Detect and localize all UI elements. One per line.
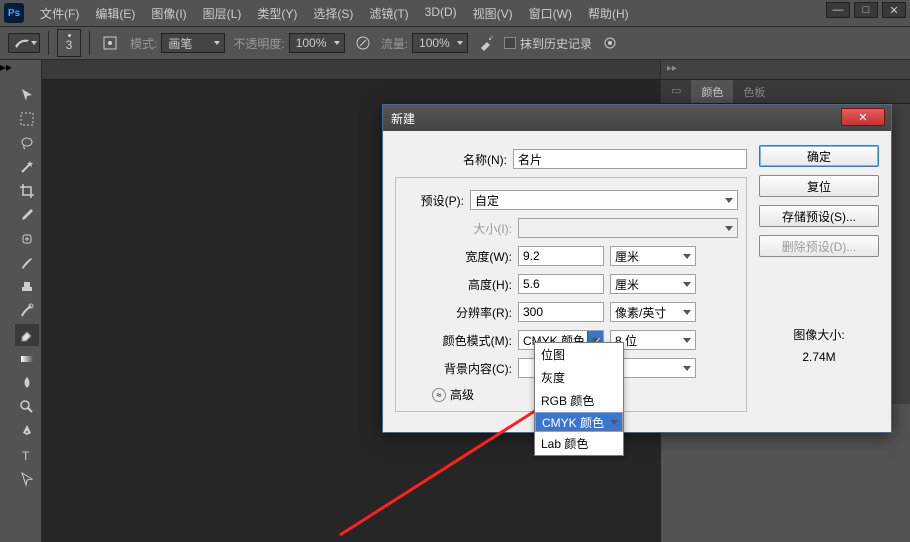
- window-maximize-button[interactable]: □: [854, 2, 878, 18]
- menu-file[interactable]: 文件(F): [32, 1, 87, 26]
- crop-tool[interactable]: [15, 180, 39, 202]
- new-document-dialog: 新建 ✕ 名称(N): 预设(P): 自定 大小(I): 宽度(W):: [382, 104, 892, 433]
- mode-option-cmyk[interactable]: CMYK 颜色: [535, 412, 623, 432]
- advanced-label[interactable]: 高级: [450, 386, 474, 403]
- resolution-input[interactable]: [518, 302, 604, 322]
- eraser-tool[interactable]: [15, 324, 39, 346]
- image-size-value: 2.74M: [759, 347, 879, 369]
- svg-text:T: T: [22, 449, 30, 463]
- panel-tab-icon[interactable]: ▭: [661, 80, 691, 103]
- magic-wand-tool[interactable]: [15, 156, 39, 178]
- marquee-tool[interactable]: [15, 108, 39, 130]
- opacity-input[interactable]: 100%: [289, 33, 345, 53]
- pen-tool[interactable]: [15, 420, 39, 442]
- menu-window[interactable]: 窗口(W): [521, 1, 580, 26]
- name-label: 名称(N):: [395, 151, 507, 168]
- height-label: 高度(H):: [400, 276, 512, 293]
- color-mode-label: 颜色模式(M):: [400, 332, 512, 349]
- dialog-close-button[interactable]: ✕: [841, 108, 885, 126]
- reset-button[interactable]: 复位: [759, 175, 879, 197]
- main-menu: 文件(F) 编辑(E) 图像(I) 图层(L) 类型(Y) 选择(S) 滤镜(T…: [32, 1, 637, 26]
- menu-3d[interactable]: 3D(D): [417, 1, 465, 26]
- mode-option-lab[interactable]: Lab 颜色: [535, 432, 623, 455]
- height-unit-select[interactable]: 厘米: [610, 274, 696, 294]
- delete-preset-button: 删除预设(D)...: [759, 235, 879, 257]
- window-close-button[interactable]: ✕: [882, 2, 906, 18]
- document-tab-bar: [42, 60, 660, 80]
- mode-option-rgb[interactable]: RGB 颜色: [535, 389, 623, 412]
- clone-stamp-tool[interactable]: [15, 276, 39, 298]
- background-label: 背景内容(C):: [400, 360, 512, 377]
- brush-size-preview[interactable]: 3: [57, 29, 81, 57]
- brush-tool[interactable]: [15, 252, 39, 274]
- resolution-unit-select[interactable]: 像素/英寸: [610, 302, 696, 322]
- lasso-tool[interactable]: [15, 132, 39, 154]
- size-select: [518, 218, 738, 238]
- opacity-label: 不透明度:: [233, 35, 284, 52]
- menu-help[interactable]: 帮助(H): [580, 1, 637, 26]
- save-preset-button[interactable]: 存储预设(S)...: [759, 205, 879, 227]
- preset-select[interactable]: 自定: [470, 190, 738, 210]
- flow-label: 流量:: [381, 35, 408, 52]
- menu-edit[interactable]: 编辑(E): [87, 1, 143, 26]
- path-selection-tool[interactable]: [15, 468, 39, 490]
- ok-button[interactable]: 确定: [759, 145, 879, 167]
- healing-brush-tool[interactable]: [15, 228, 39, 250]
- brush-panel-icon[interactable]: [98, 31, 122, 55]
- width-input[interactable]: [518, 246, 604, 266]
- menu-view[interactable]: 视图(V): [465, 1, 521, 26]
- eyedropper-tool[interactable]: [15, 204, 39, 226]
- menu-select[interactable]: 选择(S): [305, 1, 361, 26]
- resolution-label: 分辨率(R):: [400, 304, 512, 321]
- type-tool[interactable]: T: [15, 444, 39, 466]
- erase-history-label: 抹到历史记录: [520, 35, 592, 52]
- move-tool[interactable]: [15, 84, 39, 106]
- menu-type[interactable]: 类型(Y): [249, 1, 305, 26]
- image-size-label: 图像大小:: [759, 325, 879, 347]
- dialog-title: 新建 ✕: [383, 105, 891, 131]
- airbrush-icon[interactable]: [476, 33, 496, 53]
- options-bar: 3 模式: 画笔 不透明度: 100% 流量: 100% 抹到历史记录: [0, 26, 910, 60]
- advanced-toggle-icon[interactable]: ≈: [432, 388, 446, 402]
- history-brush-tool[interactable]: [15, 300, 39, 322]
- panel-tab-color[interactable]: 颜色: [691, 80, 733, 103]
- erase-history-checkbox[interactable]: [504, 37, 516, 49]
- gradient-tool[interactable]: [15, 348, 39, 370]
- menu-image[interactable]: 图像(I): [143, 1, 194, 26]
- window-minimize-button[interactable]: —: [826, 2, 850, 18]
- menu-layer[interactable]: 图层(L): [195, 1, 250, 26]
- mode-option-gray[interactable]: 灰度: [535, 366, 623, 389]
- preset-label: 预设(P):: [400, 192, 464, 209]
- mode-label: 模式:: [130, 35, 157, 52]
- mode-option-bitmap[interactable]: 位图: [535, 343, 623, 366]
- height-input[interactable]: [518, 274, 604, 294]
- app-logo: Ps: [4, 3, 24, 23]
- width-unit-select[interactable]: 厘米: [610, 246, 696, 266]
- panel-tab-swatches[interactable]: 色板: [733, 80, 775, 103]
- mode-select[interactable]: 画笔: [161, 33, 225, 53]
- color-mode-dropdown: 位图 灰度 RGB 颜色 CMYK 颜色 Lab 颜色: [534, 342, 624, 456]
- pressure-size-icon[interactable]: [600, 33, 620, 53]
- blur-tool[interactable]: [15, 372, 39, 394]
- pressure-opacity-icon[interactable]: [353, 33, 373, 53]
- width-label: 宽度(W):: [400, 248, 512, 265]
- flow-input[interactable]: 100%: [412, 33, 468, 53]
- toolbar-collapse-icon[interactable]: ▸▸: [0, 60, 12, 542]
- menu-filter[interactable]: 滤镜(T): [361, 1, 416, 26]
- size-label: 大小(I):: [400, 220, 512, 237]
- name-input[interactable]: [513, 149, 747, 169]
- tools-panel: T: [12, 60, 42, 542]
- dodge-tool[interactable]: [15, 396, 39, 418]
- tool-preset-picker[interactable]: [8, 33, 40, 53]
